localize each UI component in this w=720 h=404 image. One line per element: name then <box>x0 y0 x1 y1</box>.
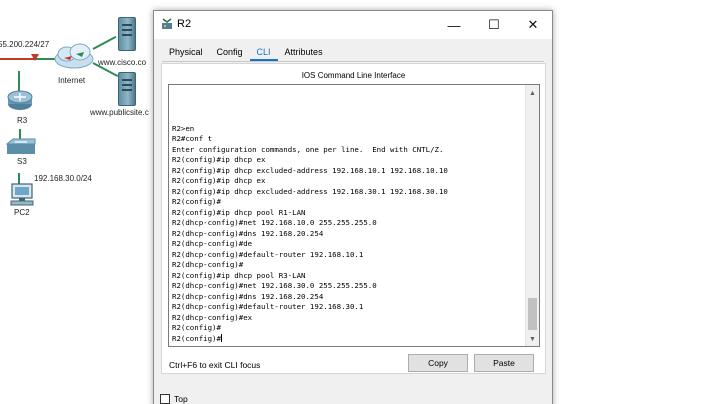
paste-button[interactable]: Paste <box>474 354 534 372</box>
terminal-line: R2(dhcp-config)#dns 192.168.20.254 <box>172 291 324 301</box>
cisco-server-icon[interactable] <box>118 17 136 51</box>
router-r3-icon[interactable] <box>6 88 34 112</box>
r2-device-window: R2 — ☐ ✕ Physical Config CLI Attributes … <box>153 10 553 404</box>
public-server-label: www.publicsite.c <box>90 108 149 117</box>
pc2-icon[interactable] <box>8 183 36 207</box>
cli-panel: IOS Command Line Interface R2>en R2#conf … <box>161 63 546 374</box>
terminal-line: R2(dhcp-config)#ex <box>172 312 253 322</box>
terminal-line: R2(dhcp-config)#default-router 192.168.3… <box>172 302 364 311</box>
cli-terminal[interactable]: R2>en R2#conf t Enter configuration comman… <box>168 84 540 347</box>
tab-attributes[interactable]: Attributes <box>278 44 330 61</box>
terminal-scrollbar[interactable]: ▲ ▼ <box>525 85 539 346</box>
terminal-line: R2(config)#ip dhcp ex <box>172 176 266 185</box>
scroll-down-icon[interactable]: ▼ <box>526 332 539 346</box>
router-r3-label: R3 <box>17 116 28 125</box>
pc2-label: PC2 <box>14 208 30 217</box>
terminal-line: R2(dhcp-config)#default-router 192.168.1… <box>172 249 364 259</box>
public-server-icon[interactable] <box>118 72 136 106</box>
minimize-button[interactable]: — <box>434 11 474 39</box>
terminal-line: R2(config)#ip dhcp pool R3-LAN <box>172 270 306 280</box>
packet-tracer-workspace: 55.200.224/27 Internet www.cisco.co www.… <box>0 0 720 404</box>
terminal-output: R2>en R2#conf t Enter configuration comman… <box>172 124 524 345</box>
terminal-line: R2(dhcp-config)#dns 192.168.20.254 <box>172 228 324 238</box>
cli-focus-hint: Ctrl+F6 to exit CLI focus <box>169 360 261 370</box>
internet-cloud-icon[interactable] <box>52 42 96 70</box>
terminal-line: R2>en <box>172 123 195 133</box>
terminal-line: R2(dhcp-config)#de <box>172 239 253 248</box>
terminal-prompt: R2(config)# <box>172 333 221 343</box>
terminal-line: Enter configuration commands, one per li… <box>172 144 444 154</box>
terminal-line: R2(config)#ip dhcp pool R1-LAN <box>172 207 306 217</box>
scrollbar-thumb[interactable] <box>528 298 537 330</box>
terminal-line: R2(config)# <box>172 197 221 206</box>
top-checkbox[interactable] <box>160 394 170 404</box>
switch-s3-icon[interactable] <box>6 138 36 156</box>
router-app-icon <box>162 18 172 29</box>
terminal-prompt-line[interactable]: R2(config)# <box>172 333 524 345</box>
top-checkbox-label: Top <box>174 394 188 404</box>
terminal-line: R2#conf t <box>172 134 213 143</box>
switch-s3-label: S3 <box>17 157 27 166</box>
top-toggle[interactable]: Top <box>160 394 188 404</box>
ios-cli-heading: IOS Command Line Interface <box>301 71 406 80</box>
tab-cli[interactable]: CLI <box>249 44 278 61</box>
scroll-up-icon[interactable]: ▲ <box>526 86 539 100</box>
device-tabs: Physical Config CLI Attributes <box>162 44 330 61</box>
internet-label: Internet <box>58 76 86 85</box>
window-titlebar[interactable]: R2 — ☐ ✕ <box>154 11 552 39</box>
tab-divider <box>162 61 544 62</box>
tab-physical[interactable]: Physical <box>162 44 210 61</box>
lan-subnet-label: 192.168.30.0/24 <box>34 174 92 183</box>
terminal-line: R2(dhcp-config)#net 192.168.30.0 255.255… <box>172 281 377 290</box>
link-internet-cisco <box>92 35 117 50</box>
tab-config[interactable]: Config <box>210 44 250 61</box>
terminal-line: R2(dhcp-config)# <box>172 260 244 269</box>
close-button[interactable]: ✕ <box>513 11 553 39</box>
terminal-line: R2(config)#ip dhcp ex <box>172 155 266 164</box>
link-down-arrow-icon <box>31 54 39 61</box>
maximize-button[interactable]: ☐ <box>474 11 514 39</box>
copy-button[interactable]: Copy <box>408 354 468 372</box>
terminal-line: R2(config)#ip dhcp excluded-address 192.… <box>172 165 448 175</box>
text-cursor <box>220 333 222 342</box>
window-title: R2 <box>177 18 192 30</box>
terminal-line: R2(config)# <box>172 323 221 332</box>
terminal-line: R2(config)#ip dhcp excluded-address 192.… <box>172 186 448 196</box>
network-address-label: 55.200.224/27 <box>0 40 50 49</box>
cisco-server-label: www.cisco.co <box>98 58 147 67</box>
terminal-line: R2(dhcp-config)#net 192.168.10.0 255.255… <box>172 218 377 227</box>
